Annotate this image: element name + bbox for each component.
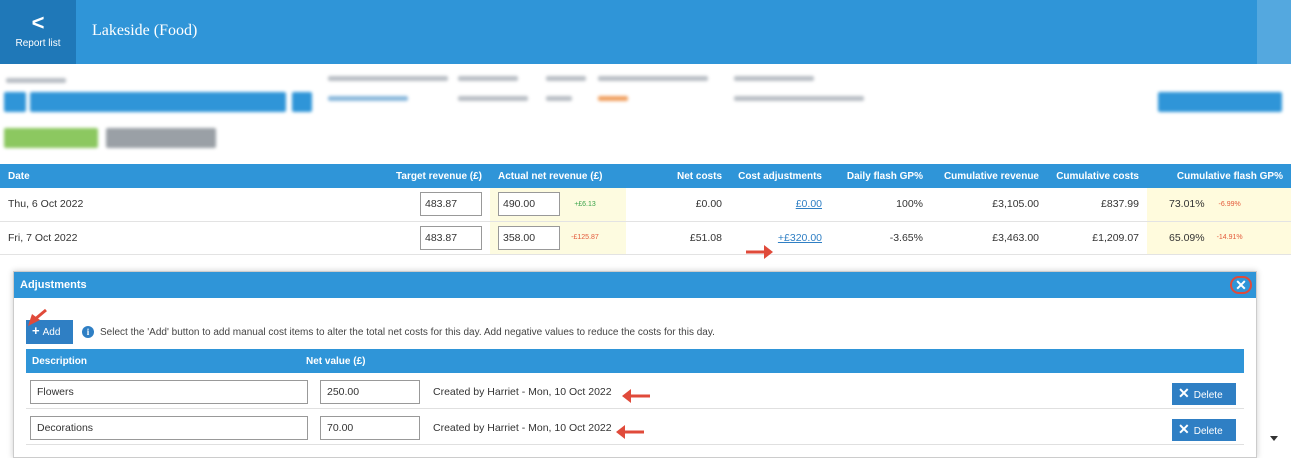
table-header-row: Date Target revenue (£) Actual net reven… bbox=[0, 164, 1291, 188]
info-text: Select the 'Add' button to add manual co… bbox=[100, 327, 715, 338]
save-changes-button[interactable] bbox=[4, 128, 98, 148]
daily-gp-cell: 100% bbox=[830, 188, 931, 222]
delete-label: Delete bbox=[1193, 426, 1223, 437]
col-cost-adjustments: Cost adjustments bbox=[730, 164, 830, 188]
col-date: Date bbox=[0, 164, 384, 188]
col-actual-net-revenue: Actual net revenue (£) bbox=[490, 164, 626, 188]
summary-label-blur bbox=[328, 76, 448, 81]
summary-label-blur bbox=[734, 76, 814, 81]
summary-value-blur bbox=[546, 96, 572, 101]
adjustments-title: Adjustments bbox=[20, 279, 87, 291]
delete-label: Delete bbox=[1193, 390, 1223, 401]
filter-label-blur bbox=[6, 78, 66, 83]
adjustments-table-header: Description Net value (£) bbox=[26, 349, 1244, 373]
report-list-label: Report list bbox=[15, 38, 61, 49]
col-target-revenue: Target revenue (£) bbox=[384, 164, 490, 188]
annotation-arrow-icon bbox=[28, 308, 47, 326]
net-value-input[interactable]: 70.00 bbox=[320, 416, 420, 440]
chevron-left-icon: < bbox=[31, 10, 45, 35]
col-daily-flash-gp: Daily flash GP% bbox=[830, 164, 931, 188]
summary-label-blur bbox=[458, 76, 518, 81]
cumulative-gp-variance: -6.99% bbox=[1218, 200, 1241, 208]
created-by-text: Created by Harriet - Mon, 10 Oct 2022 bbox=[433, 422, 612, 434]
target-revenue-input[interactable]: 483.87 bbox=[420, 225, 482, 250]
header-bar: < Report list Lakeside (Food) Site bbox=[0, 0, 1291, 160]
annotation-arrow-icon bbox=[616, 425, 644, 439]
close-icon: ✕ bbox=[1178, 385, 1190, 401]
annotation-arrow-icon bbox=[622, 389, 650, 403]
cumulative-gp-cell: 73.01% -6.99% bbox=[1147, 188, 1291, 222]
summary-value-blur bbox=[328, 96, 408, 101]
tools-dropdown[interactable] bbox=[1158, 92, 1282, 112]
description-input[interactable]: Decorations bbox=[30, 416, 308, 440]
report-list-button[interactable]: < Report list bbox=[0, 0, 76, 64]
net-costs-cell: £51.08 bbox=[626, 221, 730, 255]
info-icon: i bbox=[82, 326, 94, 338]
target-revenue-cell: 483.87 bbox=[384, 221, 490, 255]
blurred-filter-area bbox=[0, 64, 1291, 164]
actual-revenue-input[interactable]: 490.00 bbox=[498, 192, 560, 217]
actual-revenue-cell: 358.00 -£125.87 bbox=[490, 221, 626, 255]
target-revenue-cell: 483.87 bbox=[384, 188, 490, 222]
discard-changes-button[interactable] bbox=[106, 128, 216, 148]
daily-revenue-table: Date Target revenue (£) Actual net reven… bbox=[0, 164, 1291, 255]
cumulative-gp-value: 65.09% bbox=[1169, 231, 1205, 244]
annotation-arrow-icon bbox=[746, 245, 773, 259]
delete-button[interactable]: ✕ Delete bbox=[1172, 383, 1236, 405]
row-date: Fri, 7 Oct 2022 bbox=[0, 221, 384, 255]
created-by-text: Created by Harriet - Mon, 10 Oct 2022 bbox=[433, 386, 612, 398]
table-row: Fri, 7 Oct 2022 483.87 358.00 -£125.87 £5… bbox=[0, 221, 1291, 255]
scroll-down-icon[interactable] bbox=[1270, 436, 1278, 441]
period-select[interactable] bbox=[30, 92, 286, 112]
summary-label-blur bbox=[598, 76, 708, 81]
cumulative-gp-value: 73.01% bbox=[1169, 198, 1205, 211]
table-row: Thu, 6 Oct 2022 483.87 490.00 +£6.13 £0.0… bbox=[0, 188, 1291, 222]
col-cumulative-flash-gp: Cumulative flash GP% bbox=[1147, 164, 1291, 188]
cumulative-costs-cell: £1,209.07 bbox=[1047, 221, 1147, 255]
prev-period-button[interactable] bbox=[4, 92, 26, 112]
net-value-input[interactable]: 250.00 bbox=[320, 380, 420, 404]
target-revenue-input[interactable]: 483.87 bbox=[420, 192, 482, 217]
revenue-variance: -£125.87 bbox=[571, 234, 599, 241]
cumulative-costs-cell: £837.99 bbox=[1047, 188, 1147, 222]
add-label: Add bbox=[42, 327, 61, 338]
daily-gp-cell: -3.65% bbox=[830, 221, 931, 255]
adjustments-header: Adjustments ✕ bbox=[14, 272, 1256, 298]
summary-value-blur bbox=[598, 96, 628, 101]
col-cumulative-revenue: Cumulative revenue bbox=[931, 164, 1047, 188]
display-options-blur bbox=[734, 96, 864, 101]
actual-revenue-input[interactable]: 358.00 bbox=[498, 225, 560, 250]
cost-adjustments-cell: £0.00 bbox=[730, 188, 830, 222]
delete-button[interactable]: ✕ Delete bbox=[1172, 419, 1236, 441]
cumulative-gp-cell: 65.09% -14.91% bbox=[1147, 221, 1291, 255]
cost-adjustments-link[interactable]: £0.00 bbox=[796, 198, 822, 210]
page-title: Lakeside (Food) bbox=[92, 22, 198, 39]
close-icon[interactable]: ✕ bbox=[1230, 276, 1252, 294]
close-icon: ✕ bbox=[1178, 421, 1190, 437]
cumulative-revenue-cell: £3,463.00 bbox=[931, 221, 1047, 255]
cumulative-gp-variance: -14.91% bbox=[1216, 234, 1243, 242]
next-period-button[interactable] bbox=[292, 92, 312, 112]
net-costs-cell: £0.00 bbox=[626, 188, 730, 222]
col-net-value: Net value (£) bbox=[306, 356, 366, 367]
col-description: Description bbox=[32, 356, 88, 367]
col-cumulative-costs: Cumulative costs bbox=[1047, 164, 1147, 188]
cost-adjustments-link[interactable]: +£320.00 bbox=[778, 232, 822, 244]
revenue-variance: +£6.13 bbox=[574, 200, 596, 208]
summary-value-blur bbox=[458, 96, 528, 101]
row-date: Thu, 6 Oct 2022 bbox=[0, 188, 384, 222]
col-net-costs: Net costs bbox=[626, 164, 730, 188]
cumulative-revenue-cell: £3,105.00 bbox=[931, 188, 1047, 222]
description-input[interactable]: Flowers bbox=[30, 380, 308, 404]
summary-label-blur bbox=[546, 76, 586, 81]
actual-revenue-cell: 490.00 +£6.13 bbox=[490, 188, 626, 222]
